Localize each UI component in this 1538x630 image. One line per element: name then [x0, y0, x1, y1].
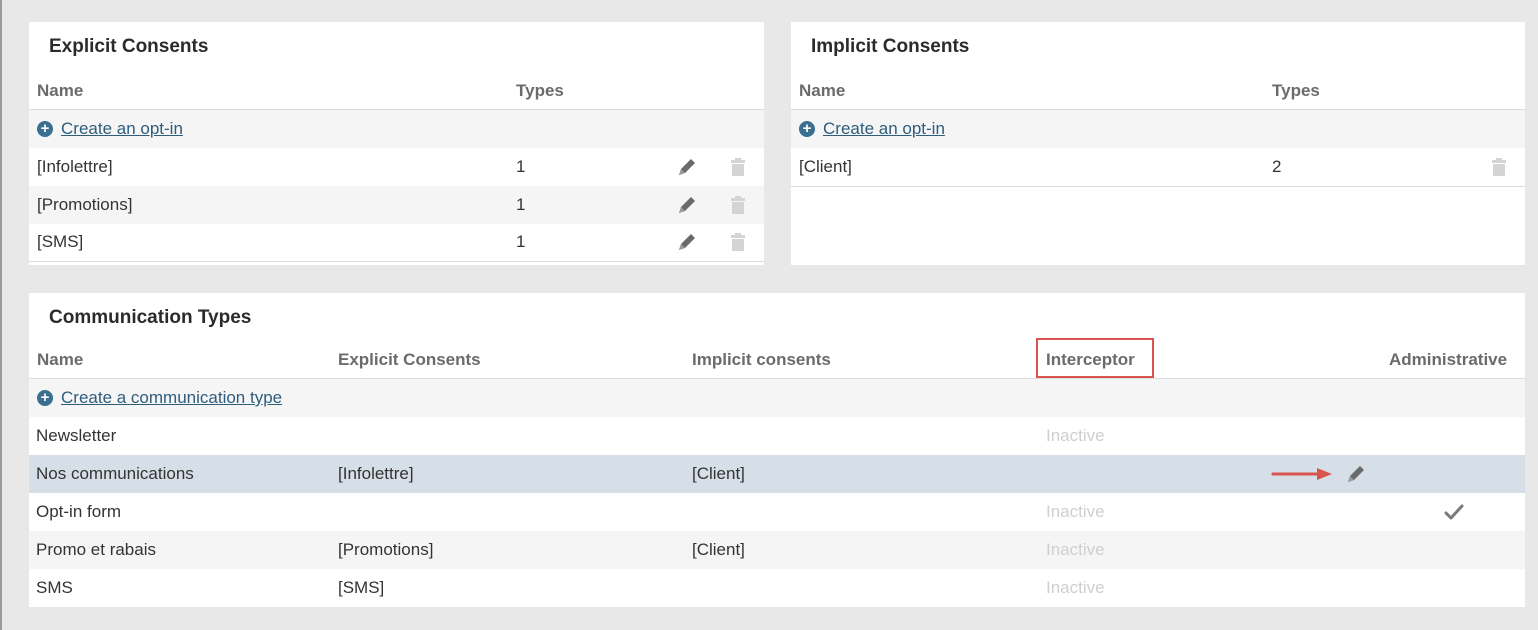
divider [791, 186, 1525, 187]
divider [29, 261, 764, 262]
table-row: [Infolettre] 1 [29, 148, 764, 186]
row-implicit: [Client] [692, 464, 745, 483]
row-name: [Infolettre] [37, 157, 113, 176]
row-implicit: [Client] [692, 540, 745, 559]
create-opt-in-label: Create an opt-in [823, 119, 945, 138]
table-row: [Client] 2 [791, 148, 1525, 186]
plus-circle-icon: + [37, 390, 53, 406]
row-interceptor: Inactive [1046, 540, 1105, 559]
trash-icon[interactable] [727, 156, 749, 178]
row-types: 2 [1272, 157, 1282, 176]
table-row-hovered[interactable]: Nos communications [Infolettre] [Client] [29, 455, 1525, 493]
create-communication-type-link[interactable]: + Create a communication type [37, 388, 282, 408]
pencil-icon[interactable] [676, 231, 698, 253]
table-row: [Promotions] 1 [29, 186, 764, 224]
column-header-name: Name [799, 81, 846, 100]
panel-title: Explicit Consents [49, 36, 209, 57]
table-row: Opt-in form Inactive [29, 493, 1525, 531]
table-row: [SMS] 1 [29, 223, 764, 261]
arrow-right-icon [1271, 467, 1333, 481]
row-name: Nos communications [36, 464, 194, 483]
create-opt-in-label: Create an opt-in [61, 119, 183, 138]
row-name: [SMS] [37, 232, 84, 251]
row-interceptor: Inactive [1046, 502, 1105, 521]
create-communication-type-label: Create a communication type [61, 388, 283, 407]
create-row: + Create an opt-in [791, 110, 1525, 148]
plus-circle-icon: + [37, 121, 53, 137]
row-types: 1 [516, 195, 526, 214]
trash-icon[interactable] [727, 194, 749, 216]
create-row: + Create an opt-in [29, 110, 764, 148]
checkmark-icon [1443, 501, 1465, 523]
column-header-types: Types [1272, 81, 1320, 100]
row-name: Promo et rabais [36, 540, 156, 559]
row-name: [Promotions] [37, 195, 133, 214]
window-edge [0, 0, 2, 630]
row-interceptor: Inactive [1046, 578, 1105, 597]
row-interceptor: Inactive [1046, 426, 1105, 445]
plus-circle-icon: + [799, 121, 815, 137]
panel-title: Implicit Consents [811, 36, 970, 57]
pencil-icon[interactable] [1345, 463, 1367, 485]
column-header-name: Name [37, 350, 84, 369]
table-row: Promo et rabais [Promotions] [Client] In… [29, 531, 1525, 569]
panel-title: Communication Types [49, 307, 252, 328]
row-name: [Client] [799, 157, 852, 176]
create-opt-in-link[interactable]: + Create an opt-in [799, 119, 945, 139]
row-types: 1 [516, 157, 526, 176]
pencil-icon[interactable] [676, 156, 698, 178]
row-name: Newsletter [36, 426, 117, 445]
column-header-types: Types [516, 81, 564, 100]
table-row: SMS [SMS] Inactive [29, 569, 1525, 607]
explicit-consents-panel: Explicit Consents Name Types + Create an… [29, 22, 764, 265]
trash-icon[interactable] [1488, 156, 1510, 178]
row-explicit: [Promotions] [338, 540, 434, 559]
create-opt-in-link[interactable]: + Create an opt-in [37, 119, 183, 139]
pencil-icon[interactable] [676, 194, 698, 216]
column-header-name: Name [37, 81, 84, 100]
trash-icon[interactable] [727, 231, 749, 253]
column-header-implicit-consents: Implicit consents [692, 350, 831, 369]
column-header-administrative: Administrative [1389, 350, 1508, 369]
row-explicit: [SMS] [338, 578, 385, 597]
implicit-consents-panel: Implicit Consents Name Types + Create an… [791, 22, 1525, 265]
row-name: SMS [36, 578, 73, 597]
table-row: Newsletter Inactive [29, 417, 1525, 455]
row-types: 1 [516, 232, 526, 251]
row-name: Opt-in form [36, 502, 122, 521]
annotation-highlight-box [1036, 338, 1154, 378]
row-explicit: [Infolettre] [338, 464, 414, 483]
communication-types-panel: Communication Types Name Explicit Consen… [29, 293, 1525, 607]
column-header-explicit-consents: Explicit Consents [338, 350, 481, 369]
create-row: + Create a communication type [29, 379, 1525, 417]
